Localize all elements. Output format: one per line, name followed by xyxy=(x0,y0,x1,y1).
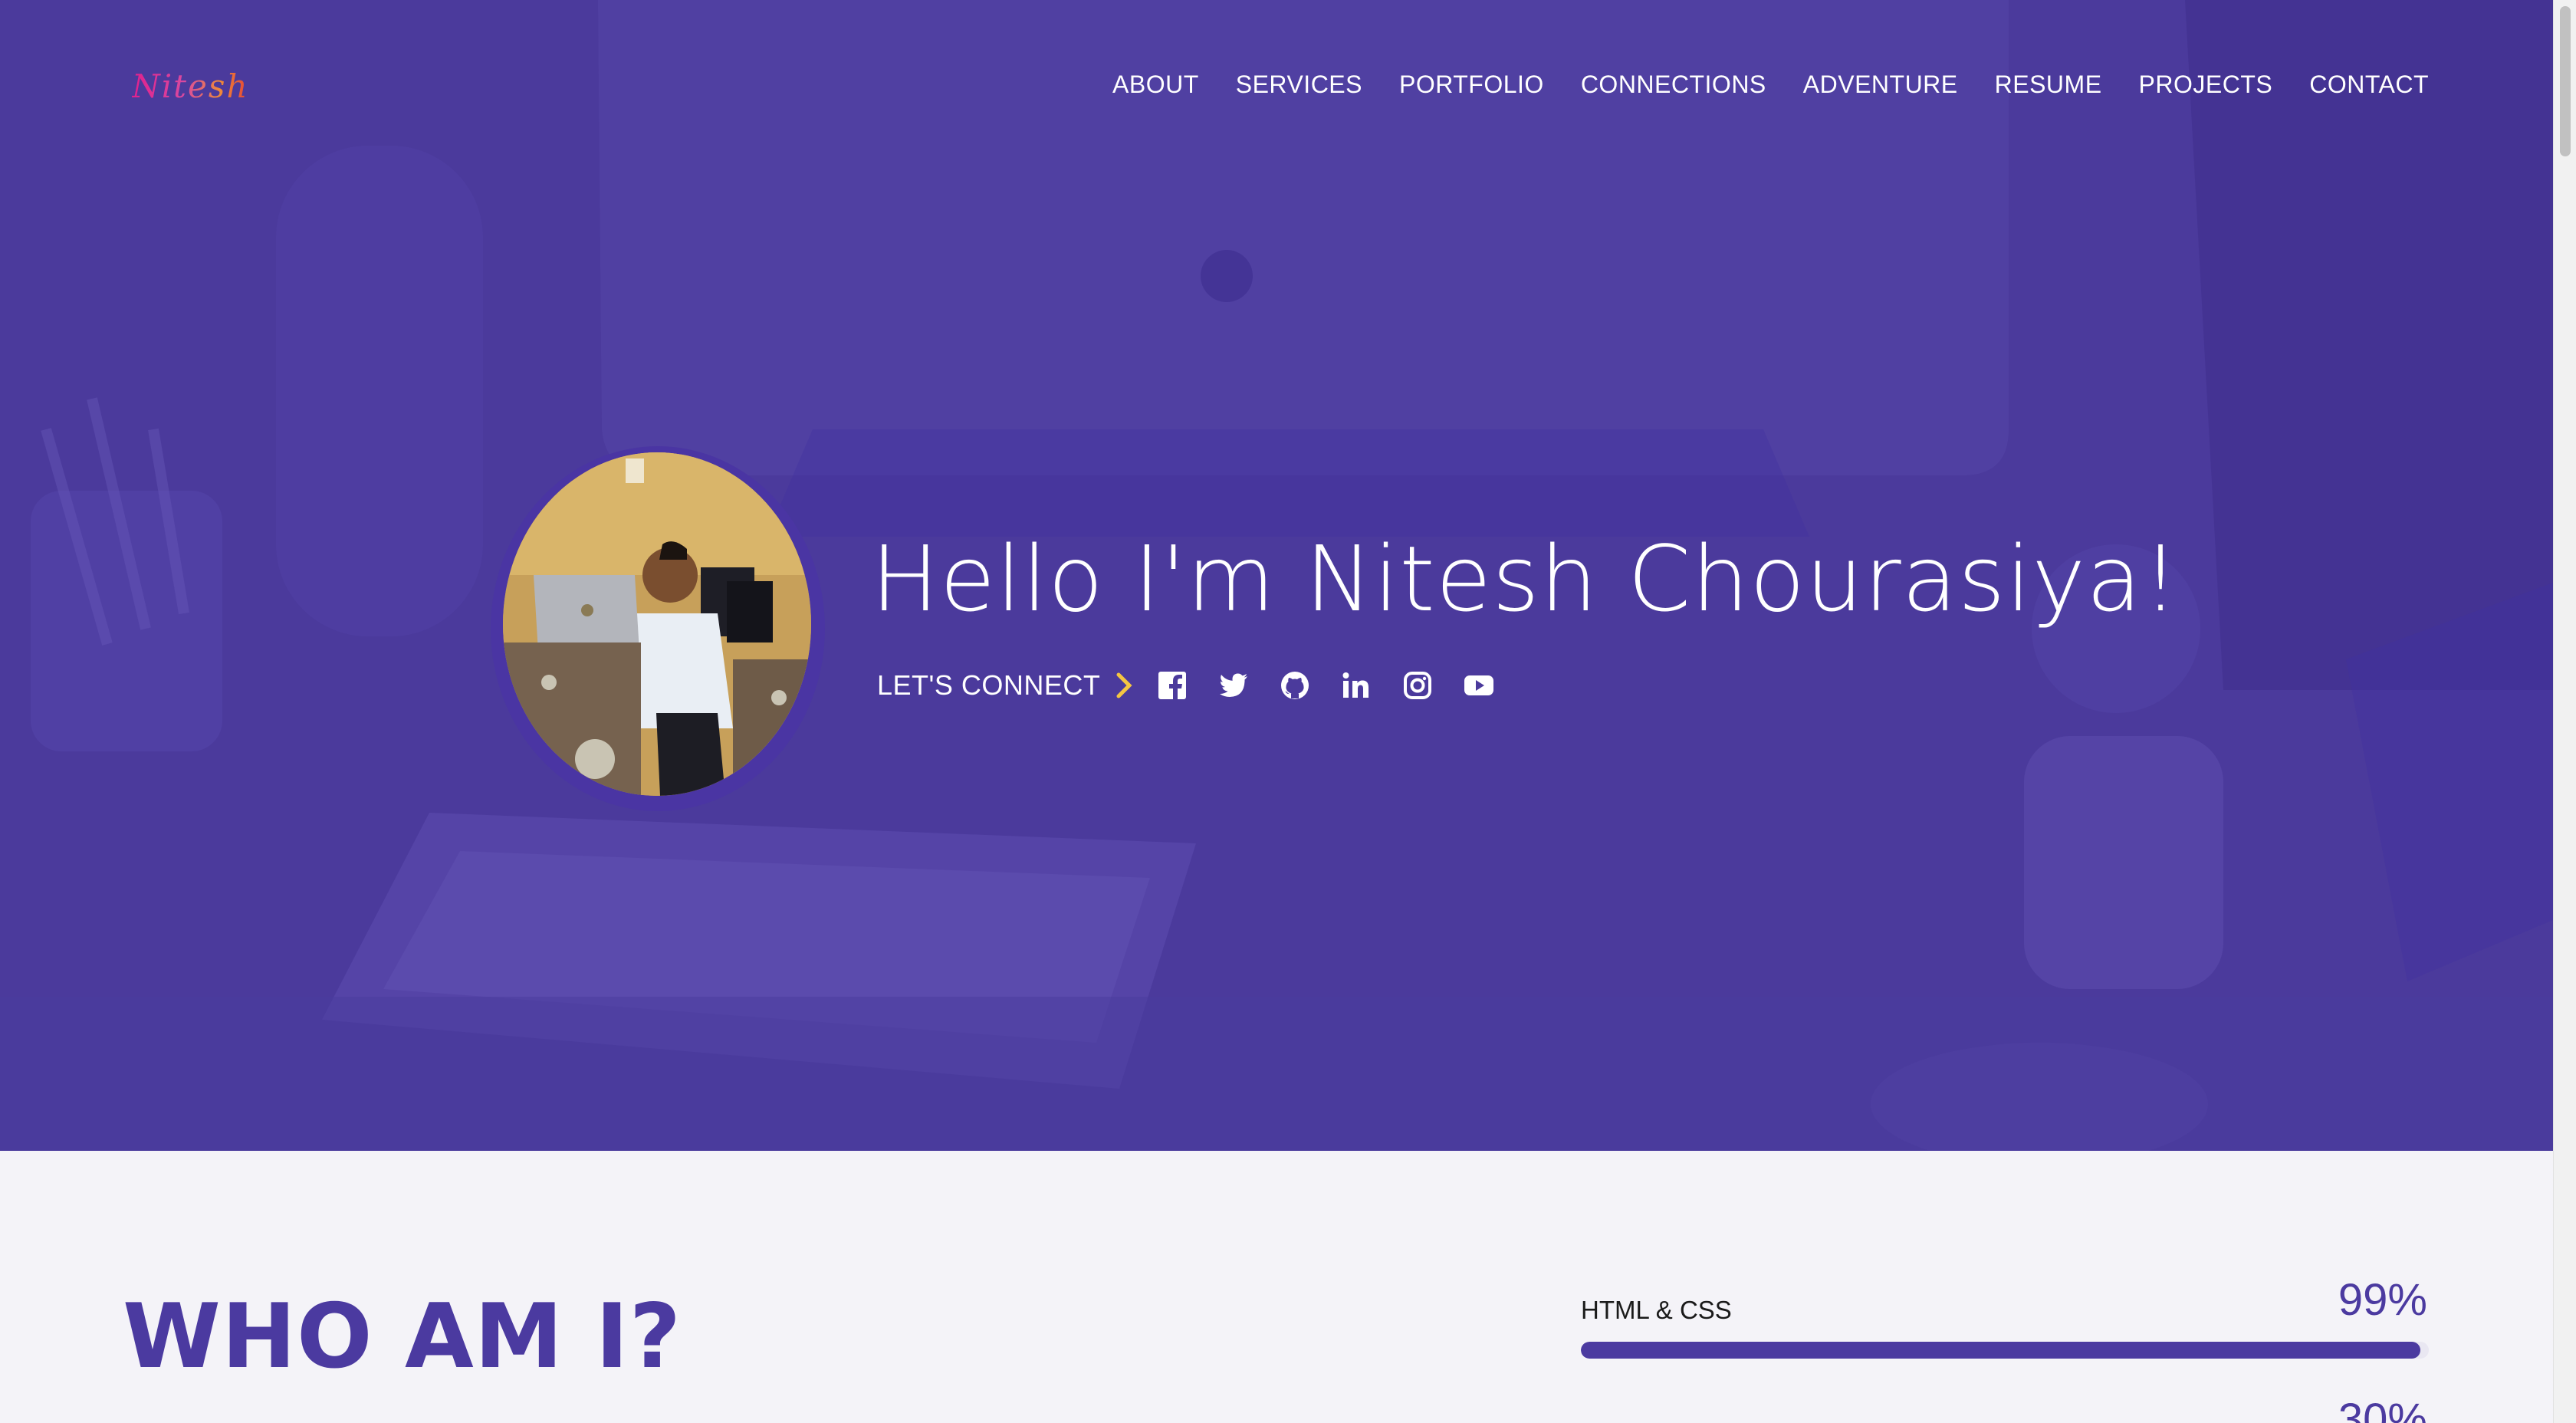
skill-percent: 99% xyxy=(2338,1275,2427,1325)
main-nav: ABOUT SERVICES PORTFOLIO CONNECTIONS ADV… xyxy=(1112,71,2429,99)
nav-item-about[interactable]: ABOUT xyxy=(1112,71,1199,99)
nav-item-contact[interactable]: CONTACT xyxy=(2309,71,2429,99)
social-links xyxy=(1157,670,1494,701)
about-heading: WHO AM I? xyxy=(123,1285,682,1388)
profile-photo xyxy=(503,452,811,796)
skill-label: HTML & CSS xyxy=(1581,1296,1732,1324)
avatar xyxy=(503,452,811,796)
skill-progress-fill xyxy=(1581,1342,2420,1359)
github-icon[interactable] xyxy=(1280,670,1310,701)
instagram-icon[interactable] xyxy=(1402,670,1433,701)
nav-item-resume[interactable]: RESUME xyxy=(1995,71,2102,99)
nav-item-adventure[interactable]: ADVENTURE xyxy=(1803,71,1958,99)
facebook-icon[interactable] xyxy=(1157,670,1188,701)
skill-percent: 30% xyxy=(2338,1395,2427,1423)
lets-connect-link[interactable]: LET'S CONNECT xyxy=(877,669,1100,702)
skill-progress-bar xyxy=(1581,1342,2429,1359)
nav-item-services[interactable]: SERVICES xyxy=(1236,71,1362,99)
scrollbar-thumb[interactable] xyxy=(2560,6,2571,156)
hero-section: Nitesh ABOUT SERVICES PORTFOLIO CONNECTI… xyxy=(0,0,2553,1151)
nav-item-projects[interactable]: PROJECTS xyxy=(2139,71,2273,99)
chevron-right-icon xyxy=(1111,670,1138,701)
nav-item-portfolio[interactable]: PORTFOLIO xyxy=(1399,71,1544,99)
twitter-icon[interactable] xyxy=(1218,670,1249,701)
hero-title: Hello I'm Nitesh Chourasiya! xyxy=(871,526,2180,632)
nav-item-connections[interactable]: CONNECTIONS xyxy=(1581,71,1766,99)
connect-row: LET'S CONNECT xyxy=(877,664,1494,707)
linkedin-icon[interactable] xyxy=(1341,670,1372,701)
site-logo[interactable]: Nitesh xyxy=(132,67,249,105)
page-scrollbar[interactable] xyxy=(2553,0,2576,1423)
youtube-icon[interactable] xyxy=(1464,670,1494,701)
